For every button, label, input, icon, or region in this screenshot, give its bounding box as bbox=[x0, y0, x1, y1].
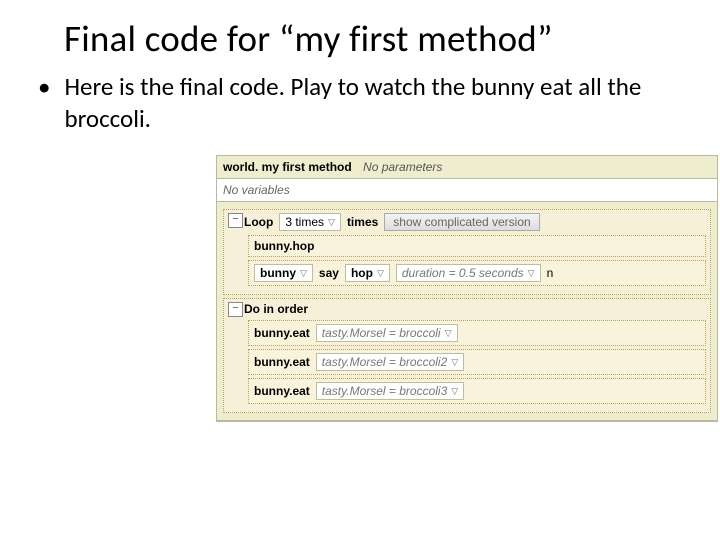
call-tile[interactable]: bunny ▽ say hop ▽ duration = 0.5 seconds… bbox=[248, 260, 706, 286]
bullet-text: Here is the final code. Play to watch th… bbox=[64, 71, 684, 135]
chevron-down-icon: ▽ bbox=[451, 357, 458, 368]
sequence-keyword: Do in order bbox=[244, 302, 308, 316]
bullet-item: • Here is the final code. Play to watch … bbox=[36, 71, 684, 135]
object-name: bunny bbox=[260, 266, 296, 280]
sequence-block[interactable]: − Do in order bunny.eat tasty.Morsel = b… bbox=[223, 298, 711, 413]
bullet-dot: • bbox=[38, 71, 50, 135]
page-title: Final code for “my first method” bbox=[64, 16, 684, 61]
chevron-down-icon: ▽ bbox=[377, 268, 384, 279]
param-dropdown[interactable]: tasty.Morsel = broccoli ▽ bbox=[316, 324, 458, 342]
call-tile[interactable]: bunny.eat tasty.Morsel = broccoli3 ▽ bbox=[248, 378, 706, 404]
trailing-text: n bbox=[547, 266, 554, 280]
param-dropdown[interactable]: tasty.Morsel = broccoli2 ▽ bbox=[316, 353, 464, 371]
loop-unit: times bbox=[347, 215, 378, 229]
call-tile[interactable]: bunny.hop bbox=[248, 235, 706, 257]
chevron-down-icon: ▽ bbox=[528, 268, 535, 279]
loop-keyword: Loop bbox=[244, 215, 273, 229]
chevron-down-icon: ▽ bbox=[300, 268, 307, 279]
params-note: No parameters bbox=[363, 160, 442, 174]
call-label: bunny.eat bbox=[254, 326, 310, 340]
loop-header: Loop 3 times ▽ times show complicated ve… bbox=[244, 213, 706, 231]
duration-value: duration = 0.5 seconds bbox=[402, 266, 524, 280]
param-value: tasty.Morsel = broccoli bbox=[322, 326, 441, 340]
chevron-down-icon: ▽ bbox=[445, 328, 452, 339]
method-header-bar: world. my first method No parameters bbox=[217, 156, 717, 179]
verb-label: say bbox=[319, 266, 339, 280]
collapse-toggle[interactable]: − bbox=[228, 302, 243, 317]
duration-dropdown[interactable]: duration = 0.5 seconds ▽ bbox=[396, 264, 541, 282]
collapse-toggle[interactable]: − bbox=[228, 213, 243, 228]
loop-count-dropdown[interactable]: 3 times ▽ bbox=[279, 213, 341, 231]
call-label: bunny.eat bbox=[254, 355, 310, 369]
code-editor-panel: world. my first method No parameters No … bbox=[216, 155, 718, 422]
object-dropdown[interactable]: bunny ▽ bbox=[254, 264, 313, 282]
method-path: world. my first method bbox=[223, 160, 352, 174]
call-label: bunny.hop bbox=[254, 239, 314, 253]
param-dropdown[interactable]: tasty.Morsel = broccoli3 ▽ bbox=[316, 382, 464, 400]
arg-dropdown[interactable]: hop ▽ bbox=[345, 264, 390, 282]
chevron-down-icon: ▽ bbox=[451, 386, 458, 397]
loop-block[interactable]: − Loop 3 times ▽ times show complicated … bbox=[223, 209, 711, 295]
arg-value: hop bbox=[351, 266, 373, 280]
call-label: bunny.eat bbox=[254, 384, 310, 398]
chevron-down-icon: ▽ bbox=[328, 217, 335, 228]
call-tile[interactable]: bunny.eat tasty.Morsel = broccoli2 ▽ bbox=[248, 349, 706, 375]
call-tile[interactable]: bunny.eat tasty.Morsel = broccoli ▽ bbox=[248, 320, 706, 346]
code-body: − Loop 3 times ▽ times show complicated … bbox=[217, 202, 717, 421]
param-value: tasty.Morsel = broccoli3 bbox=[322, 384, 448, 398]
show-complicated-button[interactable]: show complicated version bbox=[384, 213, 539, 231]
param-value: tasty.Morsel = broccoli2 bbox=[322, 355, 448, 369]
sequence-header: Do in order bbox=[244, 302, 706, 316]
loop-count-value: 3 times bbox=[285, 215, 324, 229]
variables-section: No variables bbox=[217, 179, 717, 202]
